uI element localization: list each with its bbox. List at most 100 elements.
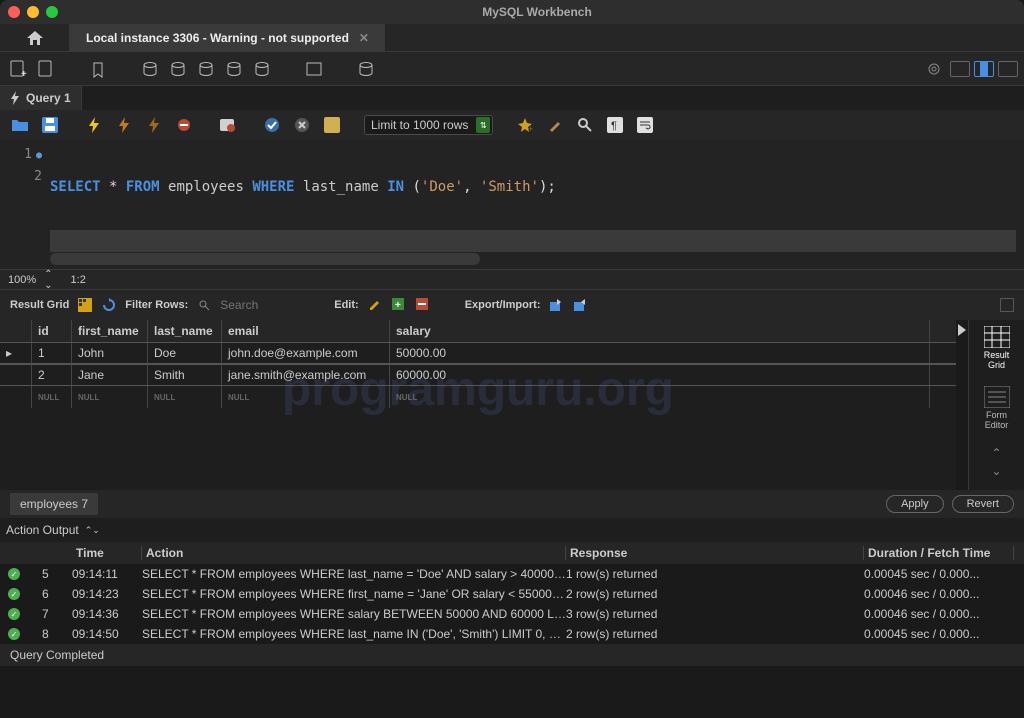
cell[interactable]: 50000.00 xyxy=(390,343,930,363)
execute-icon[interactable] xyxy=(82,113,106,137)
traffic-lights xyxy=(8,6,58,18)
result-grid[interactable]: id first_name last_name email salary pro… xyxy=(0,320,956,490)
null-cell[interactable]: NULL xyxy=(390,386,930,408)
col-header-last-name[interactable]: last_name xyxy=(148,320,222,342)
col-header-first-name[interactable]: first_name xyxy=(72,320,148,342)
apply-button[interactable]: Apply xyxy=(886,495,944,513)
open-file-icon[interactable] xyxy=(8,113,32,137)
panel-toggle-left[interactable] xyxy=(950,61,970,77)
svg-text:+: + xyxy=(21,69,27,79)
save-file-icon[interactable] xyxy=(38,113,62,137)
db-icon-3[interactable] xyxy=(194,57,218,81)
gear-icon[interactable] xyxy=(922,57,946,81)
table-row[interactable]: ▸ 1 John Doe john.doe@example.com 50000.… xyxy=(0,342,956,364)
action-output-row[interactable]: ✓809:14:50SELECT * FROM employees WHERE … xyxy=(0,624,1024,644)
editor-code[interactable]: SELECT * FROM employees WHERE last_name … xyxy=(50,140,1024,269)
null-cell[interactable]: NULL xyxy=(222,386,390,408)
action-output-rows[interactable]: ✓509:14:11SELECT * FROM employees WHERE … xyxy=(0,564,1024,644)
null-cell[interactable]: NULL xyxy=(148,386,222,408)
sql-icon[interactable] xyxy=(302,57,326,81)
close-tab-icon[interactable]: ✕ xyxy=(359,31,369,45)
wrap-cell-checkbox[interactable] xyxy=(1000,298,1014,312)
ao-col-action[interactable]: Action xyxy=(142,546,566,560)
col-header-salary[interactable]: salary xyxy=(390,320,930,342)
col-header-id[interactable]: id xyxy=(32,320,72,342)
chevron-down-icon[interactable]: ⌄ xyxy=(991,464,1001,478)
minimize-window-button[interactable] xyxy=(27,6,39,18)
action-output-title: Action Output xyxy=(6,523,79,537)
window-title: MySQL Workbench xyxy=(58,5,1016,19)
expand-arrow-icon[interactable] xyxy=(958,324,966,336)
cell[interactable]: Jane xyxy=(72,365,148,385)
pilcrow-icon[interactable]: ¶ xyxy=(603,113,627,137)
cell[interactable]: 1 xyxy=(32,343,72,363)
side-tab-label: Form Editor xyxy=(985,410,1009,430)
cell[interactable]: 2 xyxy=(32,365,72,385)
execute-current-icon[interactable] xyxy=(112,113,136,137)
cell[interactable]: 60000.00 xyxy=(390,365,930,385)
cell[interactable]: Doe xyxy=(148,343,222,363)
ao-col-time[interactable]: Time xyxy=(72,546,142,560)
autocommit-icon[interactable] xyxy=(320,113,344,137)
editor-h-scrollbar[interactable] xyxy=(50,253,480,265)
rollback-icon[interactable] xyxy=(290,113,314,137)
server-icon[interactable] xyxy=(354,57,378,81)
sql-editor[interactable]: 1● 2 SELECT * FROM employees WHERE last_… xyxy=(0,140,1024,270)
title-bar: MySQL Workbench xyxy=(0,0,1024,24)
ao-col-response[interactable]: Response xyxy=(566,546,864,560)
panel-toggle-bottom[interactable] xyxy=(974,61,994,77)
filter-rows-input[interactable] xyxy=(220,298,300,312)
chevron-up-icon[interactable]: ⌃ xyxy=(991,446,1001,460)
home-tab[interactable] xyxy=(0,24,70,51)
col-header-email[interactable]: email xyxy=(222,320,390,342)
null-cell[interactable]: NULL xyxy=(72,386,148,408)
status-text: Query Completed xyxy=(10,648,104,662)
stop-on-error-icon[interactable] xyxy=(216,113,240,137)
cell[interactable]: john.doe@example.com xyxy=(222,343,390,363)
new-sql-file-icon[interactable]: + xyxy=(6,57,30,81)
search-icon[interactable] xyxy=(573,113,597,137)
row-handle[interactable]: ▸ xyxy=(0,343,32,363)
db-icon-4[interactable] xyxy=(222,57,246,81)
commit-icon[interactable] xyxy=(260,113,284,137)
connection-tab[interactable]: Local instance 3306 - Warning - not supp… xyxy=(70,24,386,51)
explain-icon[interactable] xyxy=(142,113,166,137)
db-icon-2[interactable] xyxy=(166,57,190,81)
cell[interactable]: John xyxy=(72,343,148,363)
inspector-icon[interactable] xyxy=(86,57,110,81)
db-icon-5[interactable] xyxy=(250,57,274,81)
side-tab-form-editor[interactable]: Form Editor xyxy=(984,386,1010,430)
action-output-row[interactable]: ✓609:14:23SELECT * FROM employees WHERE … xyxy=(0,584,1024,604)
action-output-row[interactable]: ✓709:14:36SELECT * FROM employees WHERE … xyxy=(0,604,1024,624)
action-output-selector[interactable]: Action Output ⌃⌄ xyxy=(0,518,1024,542)
ao-col-duration[interactable]: Duration / Fetch Time xyxy=(864,546,1014,560)
beautify-icon[interactable]: + xyxy=(513,113,537,137)
row-limit-select[interactable]: Limit to 1000 rows ⇅ xyxy=(364,115,493,135)
revert-button[interactable]: Revert xyxy=(952,495,1014,513)
query-tab[interactable]: Query 1 xyxy=(0,86,82,110)
row-handle[interactable] xyxy=(0,365,32,385)
action-output-row[interactable]: ✓509:14:11SELECT * FROM employees WHERE … xyxy=(0,564,1024,584)
grid-body[interactable]: programguru.org ▸ 1 John Doe john.doe@ex… xyxy=(0,342,956,490)
panel-toggle-right[interactable] xyxy=(998,61,1018,77)
wrap-icon[interactable] xyxy=(633,113,657,137)
status-bar: Query Completed xyxy=(0,644,1024,666)
result-area: id first_name last_name email salary pro… xyxy=(0,320,1024,490)
open-sql-file-icon[interactable] xyxy=(34,57,58,81)
side-tab-result-grid[interactable]: Result Grid xyxy=(984,326,1010,370)
null-row[interactable]: NULL NULL NULL NULL NULL xyxy=(0,386,956,408)
stop-icon[interactable] xyxy=(172,113,196,137)
brush-icon[interactable] xyxy=(543,113,567,137)
null-cell[interactable]: NULL xyxy=(32,386,72,408)
cell[interactable]: Smith xyxy=(148,365,222,385)
cell[interactable]: jane.smith@example.com xyxy=(222,365,390,385)
db-icon-1[interactable] xyxy=(138,57,162,81)
close-window-button[interactable] xyxy=(8,6,20,18)
result-tab[interactable]: employees 7 xyxy=(10,493,98,515)
side-tab-nav[interactable]: ⌃ ⌄ xyxy=(991,446,1001,478)
export-import-label: Export/Import: xyxy=(465,299,541,311)
table-row[interactable]: 2 Jane Smith jane.smith@example.com 6000… xyxy=(0,364,956,386)
editor-zoom[interactable]: 100% xyxy=(8,274,36,286)
zoom-window-button[interactable] xyxy=(46,6,58,18)
connection-tab-label: Local instance 3306 - Warning - not supp… xyxy=(86,31,349,45)
